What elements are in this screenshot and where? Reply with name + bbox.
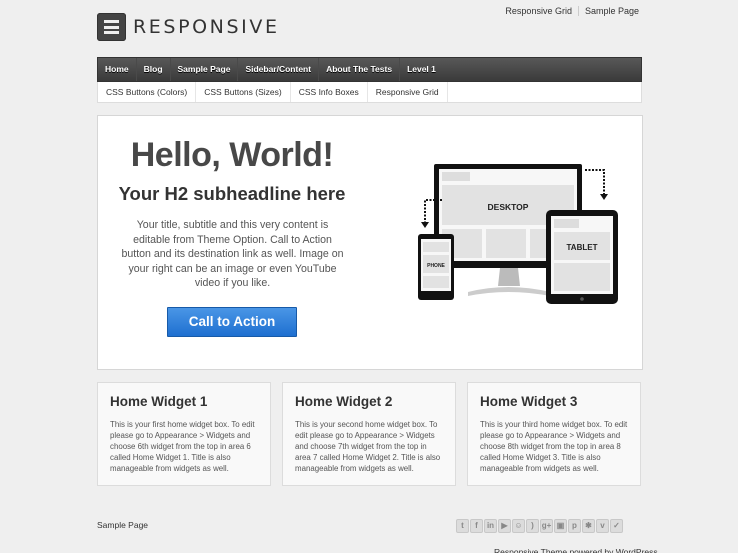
subnav-item-responsive-grid[interactable]: Responsive Grid	[368, 82, 448, 102]
widget-title: Home Widget 1	[110, 394, 208, 409]
widget-title: Home Widget 2	[295, 394, 393, 409]
top-menu-item-responsive-grid[interactable]: Responsive Grid	[505, 6, 572, 16]
site-logo[interactable]: RESPONSIVE	[97, 13, 280, 41]
vimeo-icon[interactable]: v	[596, 519, 609, 533]
subnav-item-css-buttons-colors[interactable]: CSS Buttons (Colors)	[98, 82, 197, 102]
youtube-icon[interactable]: ▶	[498, 519, 511, 533]
nav-item-sidebar-content[interactable]: Sidebar/Content	[238, 58, 320, 81]
top-menu-item-sample-page[interactable]: Sample Page	[585, 6, 639, 16]
home-widget-1: Home Widget 1 This is your first home wi…	[97, 382, 271, 486]
instagram-icon[interactable]: ▣	[554, 519, 567, 533]
tablet-label: TABLET	[567, 243, 598, 252]
subnav-item-css-info-boxes[interactable]: CSS Info Boxes	[291, 82, 368, 102]
call-to-action-button[interactable]: Call to Action	[167, 307, 297, 337]
phone-label: PHONE	[427, 263, 445, 269]
linkedin-icon[interactable]: in	[484, 519, 497, 533]
pinterest-icon[interactable]: p	[568, 519, 581, 533]
social-icons: t f in ▶ ☺ ) g+ ▣ p ✱ v ✓	[456, 519, 623, 533]
main-navigation: Home Blog Sample Page Sidebar/Content Ab…	[97, 57, 642, 82]
foursquare-icon[interactable]: ✓	[610, 519, 623, 533]
featured-content: Hello, World! Your H2 subheadline here Y…	[97, 115, 643, 370]
site-title[interactable]: RESPONSIVE	[133, 16, 280, 38]
top-menu: Responsive Grid Sample Page	[505, 6, 639, 16]
responsive-devices-image: DESKTOP TABLET PHONE	[418, 164, 618, 304]
facebook-icon[interactable]: f	[470, 519, 483, 533]
hero-title: Hello, World!	[130, 136, 334, 174]
desktop-label: DESKTOP	[488, 202, 529, 212]
arrow-down-icon	[421, 222, 429, 228]
nav-item-about-the-tests[interactable]: About The Tests	[319, 58, 401, 81]
nav-item-home[interactable]: Home	[98, 58, 137, 81]
arrow-down-icon	[600, 194, 608, 200]
home-widget-2: Home Widget 2 This is your second home w…	[282, 382, 456, 486]
widget-title: Home Widget 3	[480, 394, 578, 409]
sub-navigation: CSS Buttons (Colors) CSS Buttons (Sizes)…	[97, 82, 642, 103]
widget-body: This is your third home widget box. To e…	[480, 420, 628, 473]
divider	[577, 6, 579, 16]
nav-item-sample-page[interactable]: Sample Page	[171, 58, 239, 81]
hamburger-menu-icon	[97, 13, 126, 41]
twitter-icon[interactable]: t	[456, 519, 469, 533]
nav-item-level-1[interactable]: Level 1	[400, 58, 443, 81]
footer-credits[interactable]: Responsive Theme powered by WordPress	[494, 547, 658, 553]
tablet-illustration: TABLET	[546, 210, 618, 304]
yelp-icon[interactable]: ✱	[582, 519, 595, 533]
hero-description: Your title, subtitle and this very conte…	[121, 219, 344, 289]
google-plus-icon[interactable]: g+	[540, 519, 553, 533]
widget-body: This is your first home widget box. To e…	[110, 420, 255, 473]
subnav-item-css-buttons-sizes[interactable]: CSS Buttons (Sizes)	[196, 82, 291, 102]
stumbleupon-icon[interactable]: ☺	[512, 519, 525, 533]
nav-item-blog[interactable]: Blog	[137, 58, 171, 81]
footer-link-sample-page[interactable]: Sample Page	[97, 520, 148, 530]
phone-illustration: PHONE	[418, 234, 454, 300]
home-widget-3: Home Widget 3 This is your third home wi…	[467, 382, 641, 486]
hero-subtitle: Your H2 subheadline here	[118, 183, 346, 204]
widget-body: This is your second home widget box. To …	[295, 420, 441, 473]
rss-icon[interactable]: )	[526, 519, 539, 533]
